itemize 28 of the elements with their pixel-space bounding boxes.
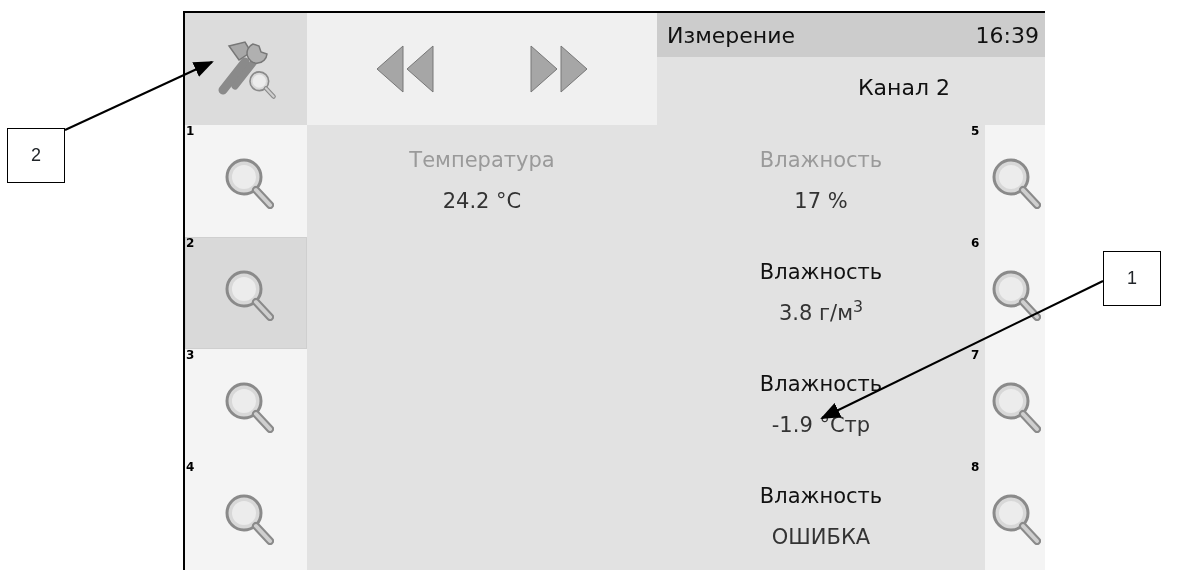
slot-button[interactable]: 3 — [185, 349, 307, 461]
reading-label: Влажность — [759, 258, 883, 286]
slot-number: 7 — [971, 349, 980, 363]
reading-value: 24.2 °C — [442, 188, 522, 215]
reading-label: Влажность — [759, 482, 883, 510]
slot-button[interactable]: 2 — [185, 237, 307, 349]
screen-title: Измерение — [667, 21, 795, 50]
reading-value: 3.8 г/м$^{3}$ — [778, 298, 864, 327]
slot-number: 2 — [186, 237, 195, 251]
slot-number: 6 — [971, 237, 980, 251]
reading-label: Влажность — [759, 146, 883, 174]
callout-label: 2 — [7, 128, 65, 183]
slot-number: 1 — [186, 125, 195, 139]
slot-button[interactable]: 4 — [185, 461, 307, 570]
reading-value: ОШИБКА — [771, 524, 871, 551]
callout-label: 1 — [1103, 251, 1161, 306]
clock-time: 16:39 — [975, 21, 1039, 50]
slot-number: 4 — [186, 461, 195, 475]
slot-number: 8 — [971, 461, 980, 475]
previous-icon[interactable] — [375, 44, 437, 94]
reading-label: Температура — [409, 146, 555, 174]
next-icon[interactable] — [527, 44, 589, 94]
slot-number: 3 — [186, 349, 195, 363]
channel-label: Канал 2 — [856, 74, 951, 102]
reading-label: Влажность — [759, 370, 883, 398]
slot-button[interactable]: 1 — [185, 125, 307, 237]
reading-value: 17 % — [794, 188, 848, 215]
slot-number: 5 — [971, 125, 980, 139]
